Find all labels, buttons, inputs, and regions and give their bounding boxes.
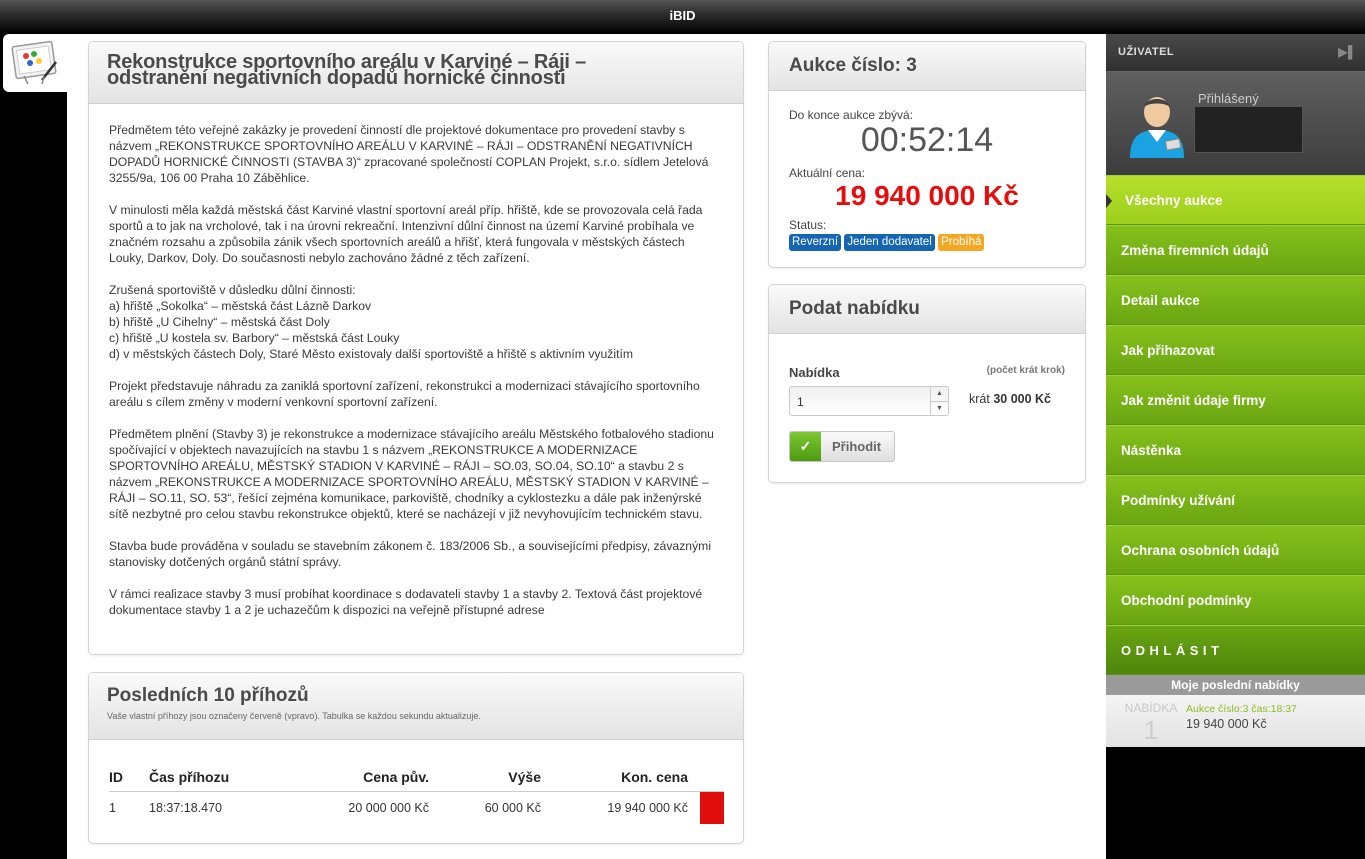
auction-number-title: Aukce číslo: 3 bbox=[789, 55, 917, 76]
avatar bbox=[1130, 97, 1184, 158]
bids-table: ID Čas příhozu Cena pův. Výše Kon. cena … bbox=[109, 763, 724, 825]
own-bid-marker bbox=[700, 792, 724, 825]
place-bid-button-label: Přihodit bbox=[832, 439, 882, 454]
auction-status-panel: Aukce číslo: 3 Do konce aukce zbývá: 00:… bbox=[768, 41, 1086, 268]
current-price-label: Aktuální cena: bbox=[789, 166, 866, 180]
place-bid-panel: Podat nabídku Nabídka (počet krát krok) … bbox=[768, 284, 1086, 483]
column-header-id: ID bbox=[109, 763, 149, 792]
bid-quantity-stepper[interactable]: ▲ ▼ bbox=[930, 387, 948, 415]
place-bid-button[interactable]: ✓ Přihodit bbox=[789, 431, 895, 462]
recent-bid-item[interactable]: NABÍDKA 1 Aukce číslo:3 čas:18:37 19 940… bbox=[1106, 695, 1365, 747]
bid-amount: 60 000 Kč bbox=[484, 801, 541, 816]
sidebar-item-all-auctions[interactable]: Všechny aukce bbox=[1106, 175, 1365, 225]
sidebar-item-terms-of-use[interactable]: Podmínky užívání bbox=[1106, 475, 1365, 525]
description-paragraph: Zrušená sportoviště v důsledku důlní čin… bbox=[109, 283, 634, 361]
sidebar-item-how-to-bid[interactable]: Jak přihazovat bbox=[1106, 325, 1365, 375]
auction-status-body: Do konce aukce zbývá: 00:52:14 Aktuální … bbox=[769, 91, 1085, 251]
current-price: 19 940 000 Kč bbox=[835, 180, 1019, 211]
app-logo-tab[interactable] bbox=[3, 34, 67, 92]
last-bids-panel: Posledních 10 příhozů Vaše vlastní přího… bbox=[88, 672, 744, 844]
status-badge-reverse: Reverzní bbox=[789, 234, 842, 251]
app-title: iBID bbox=[669, 8, 696, 23]
bid-id: 1 bbox=[109, 801, 116, 816]
sidebar: UŽIVATEL ▶▌ Přihlášený Všechny aukce Změ… bbox=[1106, 34, 1365, 859]
stepper-down-icon[interactable]: ▼ bbox=[931, 401, 948, 415]
logged-in-user-box bbox=[1194, 106, 1303, 153]
recent-bid-auction-time: Aukce číslo:3 čas:18:37 bbox=[1186, 703, 1297, 715]
status-badges: Reverzní Jeden dodavatel Probíhá bbox=[789, 234, 1065, 251]
recent-bids-heading: Moje poslední nabídky bbox=[1106, 675, 1365, 695]
app-logo-icon bbox=[11, 40, 57, 85]
description-paragraph: V rámci realizace stavby 3 musí probíhat… bbox=[109, 587, 703, 617]
place-bid-header: Podat nabídku bbox=[769, 285, 1085, 334]
status-badge-single-supplier: Jeden dodavatel bbox=[844, 234, 935, 251]
bid-quantity-input[interactable]: 1 ▲ ▼ bbox=[789, 386, 949, 416]
remaining-label: Do konce aukce zbývá: bbox=[789, 108, 914, 122]
description-paragraph: Stavba bude prováděna v souladu se stave… bbox=[109, 539, 712, 569]
bid-step-amount: 30 000 Kč bbox=[993, 392, 1052, 406]
sidebar-menu: Všechny aukce Změna firemních údajů Deta… bbox=[1106, 175, 1365, 675]
sidebar-item-auction-detail[interactable]: Detail aukce bbox=[1106, 275, 1365, 325]
column-header-final-price: Kon. cena bbox=[541, 763, 688, 792]
last-bids-subtitle: Vaše vlastní příhozy jsou označeny červe… bbox=[107, 711, 481, 721]
bid-input-label: Nabídka bbox=[789, 365, 840, 380]
sidebar-item-how-to-change-company[interactable]: Jak změnit údaje firmy bbox=[1106, 375, 1365, 425]
description-paragraph: Předmětem této veřejné zakázky je proved… bbox=[109, 123, 709, 185]
status-label: Status: bbox=[789, 218, 827, 232]
bid-time: 18:37:18.470 bbox=[149, 801, 222, 816]
countdown-timer: 00:52:14 bbox=[860, 121, 994, 159]
bids-table-header: ID Čas příhozu Cena pův. Výše Kon. cena bbox=[109, 763, 724, 792]
column-header-own bbox=[688, 763, 724, 792]
bid-input-hint: (počet krát krok) bbox=[986, 365, 1065, 376]
description-header: Rekonstrukce sportovního areálu v Karvin… bbox=[89, 42, 743, 104]
bid-final-price: 19 940 000 Kč bbox=[607, 801, 688, 816]
sidebar-item-noticeboard[interactable]: Nástěnka bbox=[1106, 425, 1365, 475]
bid-quantity-value: 1 bbox=[797, 395, 804, 409]
recent-bid-label: NABÍDKA bbox=[1124, 701, 1178, 715]
main-content: Rekonstrukce sportovního areálu v Karvin… bbox=[67, 34, 1106, 859]
auction-description-panel: Rekonstrukce sportovního areálu v Karvin… bbox=[88, 41, 744, 655]
last-bids-title: Posledních 10 příhozů bbox=[107, 685, 309, 706]
collapse-sidebar-icon[interactable]: ▶▌ bbox=[1338, 34, 1357, 71]
column-header-orig-price: Cena pův. bbox=[269, 763, 429, 792]
bid-orig-price: 20 000 000 Kč bbox=[348, 801, 429, 816]
description-paragraph: Předmětem plnění (Stavby 3) je rekonstru… bbox=[109, 427, 714, 521]
auction-status-header: Aukce číslo: 3 bbox=[769, 42, 1085, 91]
logged-in-label: Přihlášený bbox=[1198, 91, 1259, 106]
user-section-header: UŽIVATEL ▶▌ bbox=[1106, 34, 1365, 71]
logout-button[interactable]: ODHLÁSIT bbox=[1106, 625, 1365, 675]
user-info-box: Přihlášený bbox=[1106, 71, 1365, 175]
auction-title: Rekonstrukce sportovního areálu v Karvin… bbox=[107, 52, 725, 89]
last-bids-header: Posledních 10 příhozů Vaše vlastní přího… bbox=[89, 673, 743, 740]
sidebar-item-privacy[interactable]: Ochrana osobních údajů bbox=[1106, 525, 1365, 575]
place-bid-title: Podat nabídku bbox=[789, 298, 920, 319]
stepper-up-icon[interactable]: ▲ bbox=[931, 387, 948, 401]
column-header-amount: Výše bbox=[429, 763, 541, 792]
table-row: 1 18:37:18.470 20 000 000 Kč 60 000 Kč 1… bbox=[109, 791, 724, 825]
bid-step-prefix: krát bbox=[969, 392, 990, 406]
sidebar-item-company-data[interactable]: Změna firemních údajů bbox=[1106, 225, 1365, 275]
sidebar-item-business-terms[interactable]: Obchodní podmínky bbox=[1106, 575, 1365, 625]
status-badge-running: Probíhá bbox=[938, 234, 985, 251]
recent-bid-price: 19 940 000 Kč bbox=[1186, 717, 1267, 731]
bid-step-info: krát 30 000 Kč bbox=[969, 392, 1051, 406]
description-body: Předmětem této veřejné zakázky je proved… bbox=[89, 104, 743, 618]
user-heading: UŽIVATEL bbox=[1118, 46, 1175, 58]
column-header-time: Čas příhozu bbox=[149, 763, 269, 792]
recent-bid-number: 1 bbox=[1143, 715, 1159, 745]
description-paragraph: V minulosti měla každá městská část Karv… bbox=[109, 203, 703, 265]
app-title-bar: iBID bbox=[0, 0, 1365, 34]
auction-title-line2: odstranění negativních dopadů hornické č… bbox=[107, 67, 566, 89]
own-bid-cell bbox=[688, 791, 724, 825]
description-paragraph: Projekt představuje náhradu za zaniklá s… bbox=[109, 379, 700, 409]
check-icon: ✓ bbox=[790, 432, 821, 461]
